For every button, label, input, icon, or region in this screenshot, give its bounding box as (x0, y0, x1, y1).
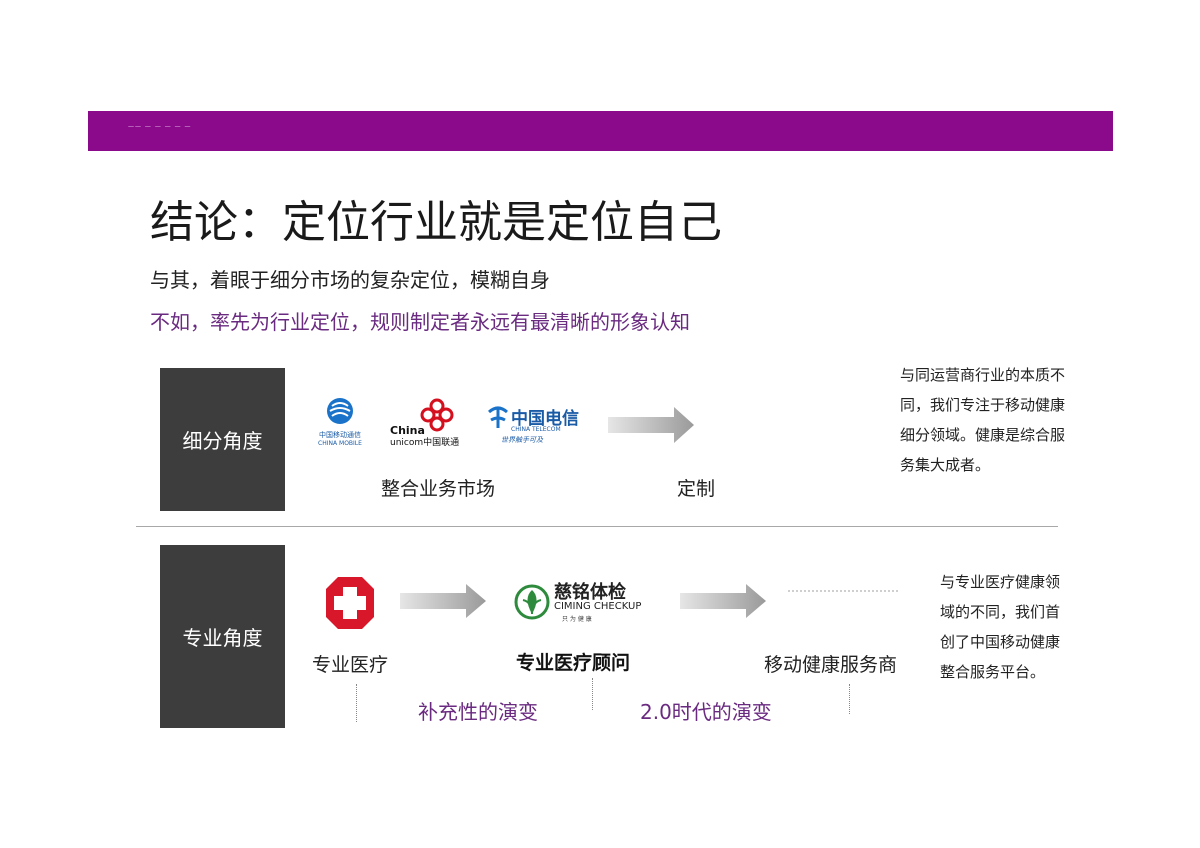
telecom-en: CHINA TELECOM (511, 426, 561, 433)
banner-text: —— — — — — — (128, 123, 192, 130)
arrow-right-icon (400, 584, 486, 618)
row2-side-text: 与专业医疗健康领域的不同，我们首创了中国移动健康整合服务平台。 (940, 573, 1061, 681)
category-box-professional: 专业角度 (160, 545, 285, 728)
ciming-leaf-icon (514, 584, 550, 620)
china-mobile-cn: 中国移动通信 (319, 431, 361, 439)
china-unicom-logo: China unicom中国联通 (390, 398, 462, 448)
row1-side-text: 与同运营商行业的本质不同，我们专注于移动健康细分领域。健康是综合服务集大成者。 (900, 366, 1066, 474)
category-label-segment: 细分角度 (182, 429, 263, 453)
page-title: 结论：定位行业就是定位自己 (150, 197, 722, 248)
ciming-en: CIMING CHECKUP (554, 601, 642, 612)
subtitle-line-1: 与其，着眼于细分市场的复杂定位，模糊自身 (150, 268, 550, 292)
telecom-icon (488, 406, 508, 428)
evolution-supplementary: 补充性的演变 (418, 700, 538, 724)
china-mobile-icon (327, 398, 353, 424)
unicom-knot-icon (420, 398, 454, 432)
china-telecom-logo: 中国电信 CHINA TELECOM 世界触手可及 (487, 404, 579, 448)
telecom-slogan: 世界触手可及 (501, 436, 543, 444)
evolution-2-0: 2.0时代的演变 (640, 700, 772, 724)
unicom-en-2: unicom中国联通 (390, 438, 460, 448)
dotted-separator (592, 678, 593, 710)
arrow-right-icon (680, 584, 766, 618)
step-professional-medical: 专业医疗 (312, 654, 389, 676)
china-mobile-en: CHINA MOBILE (318, 440, 362, 447)
dotted-separator (849, 684, 850, 714)
china-mobile-logo: 中国移动通信 CHINA MOBILE (312, 396, 368, 448)
step-medical-advisor: 专业医疗顾问 (516, 652, 631, 674)
category-label-professional: 专业角度 (182, 626, 263, 650)
integrate-market-label: 整合业务市场 (381, 478, 496, 500)
category-box-segment: 细分角度 (160, 368, 285, 511)
header-banner: —— — — — — — (88, 111, 1113, 151)
red-cross-icon (326, 577, 374, 629)
ciming-small: 只 为 健 康 (562, 616, 592, 623)
step-mobile-health-provider: 移动健康服务商 (764, 654, 898, 676)
dotted-separator (356, 684, 357, 722)
section-divider (136, 526, 1058, 527)
provider-logo-placeholder (788, 590, 898, 596)
subtitle-line-2: 不如，率先为行业定位，规则制定者永远有最清晰的形象认知 (150, 310, 690, 334)
ciming-checkup-logo: 慈铭体检 CIMING CHECKUP 只 为 健 康 (514, 578, 654, 628)
arrow-right-icon (608, 407, 694, 443)
custom-label: 定制 (677, 478, 716, 500)
